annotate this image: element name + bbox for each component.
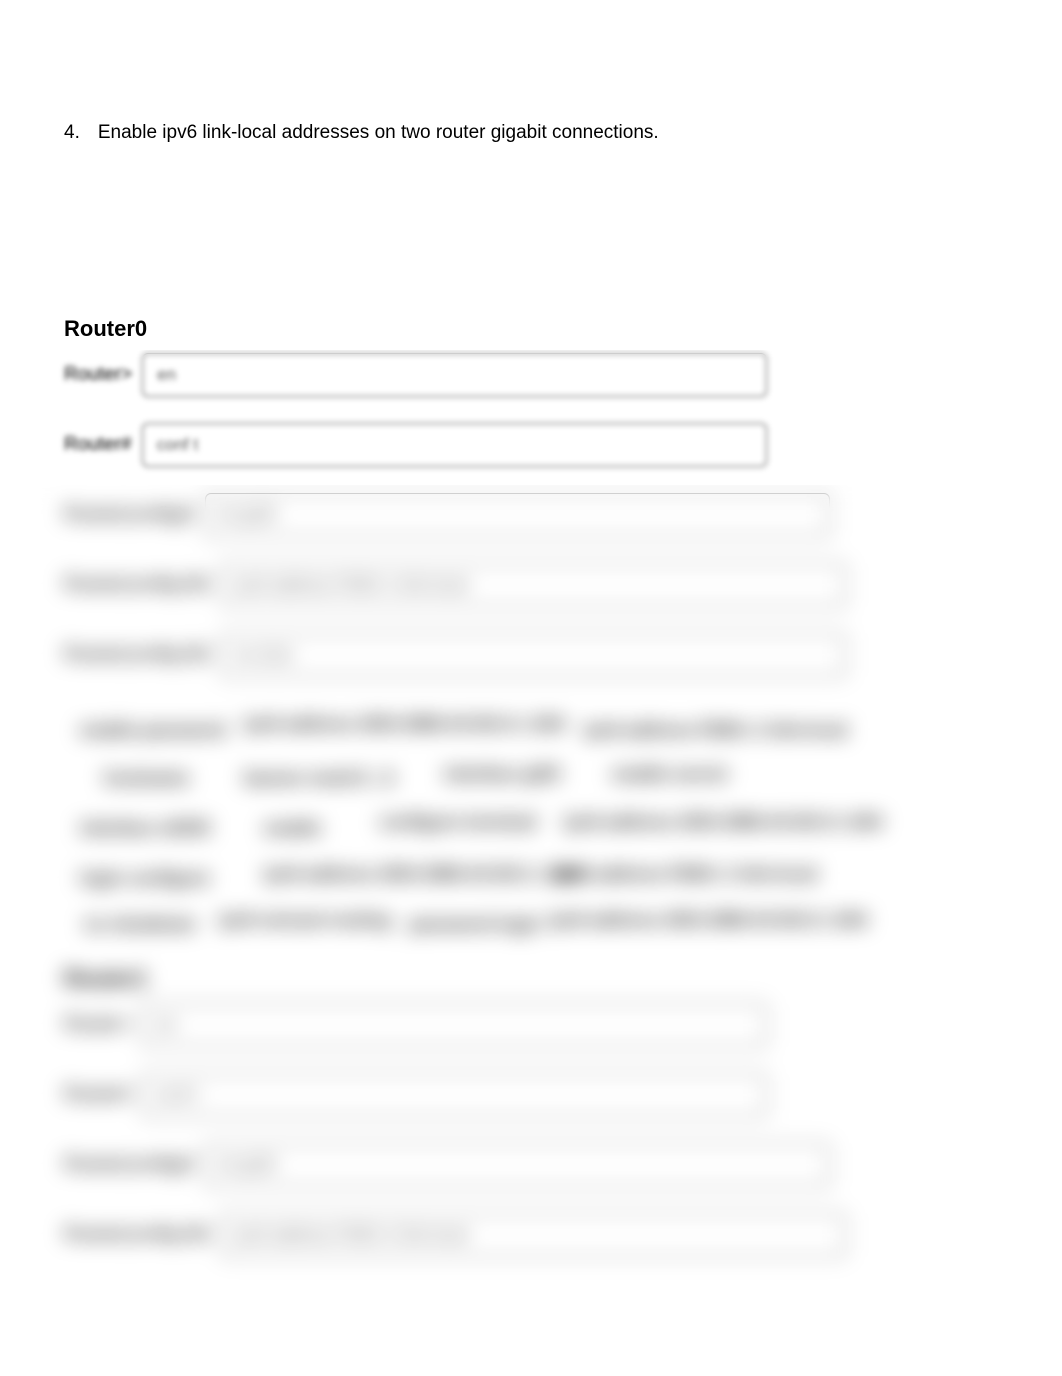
router1-input-0[interactable] xyxy=(142,1003,767,1047)
prompt-label: Router(config-if)# xyxy=(64,644,211,666)
router0-line-1: Router# xyxy=(64,423,767,467)
token[interactable]: interface g0/0 xyxy=(444,764,560,785)
prompt-label: Router(config)# xyxy=(64,504,195,526)
router0-input-0[interactable] xyxy=(142,353,767,397)
token[interactable]: login configure xyxy=(80,868,210,889)
question-text: Enable ipv6 link-local addresses on two … xyxy=(98,122,659,144)
token[interactable]: password login xyxy=(409,914,541,935)
router1-input-2[interactable] xyxy=(205,1143,830,1187)
token[interactable]: ipv6 address FE80::1 link-local xyxy=(584,720,847,741)
router1-line-2: Router(config)# xyxy=(64,1143,830,1187)
token[interactable]: ipv6 address 2001:DB8:ACAD:A::1/64 xyxy=(244,714,565,735)
router0-heading: Router0 xyxy=(64,316,147,342)
token[interactable]: configure terminal xyxy=(379,812,536,833)
router0-line-4: Router(config-if)# xyxy=(64,633,846,677)
prompt-label: Router> xyxy=(64,1014,132,1036)
token[interactable]: ipv6 address 2001:DB8:ACAD:1::1/64 xyxy=(264,864,582,885)
token[interactable]: enable password xyxy=(80,720,226,741)
router0-input-1[interactable] xyxy=(142,423,767,467)
prompt-label: Router> xyxy=(64,364,132,386)
prompt-label: Router# xyxy=(64,1084,132,1106)
router1-heading: Router1 xyxy=(64,966,147,992)
router0-input-4[interactable] xyxy=(221,633,846,677)
router0-input-2[interactable] xyxy=(205,493,830,537)
token[interactable]: ipv6 unicast-routing xyxy=(219,910,391,931)
router1-line-3: Router(config-if)# xyxy=(64,1213,846,1257)
router0-input-3[interactable] xyxy=(221,563,846,607)
router1-input-3[interactable] xyxy=(221,1213,846,1257)
router0-line-3: Router(config-if)# xyxy=(64,563,846,607)
token[interactable]: banner motd $ _$ xyxy=(244,768,393,789)
router0-line-0: Router> xyxy=(64,353,767,397)
token[interactable]: ipv6 address 2001:DB8:ACAD:3::1/64 xyxy=(564,812,882,833)
token[interactable]: ipv6 address FE80::1 link-local xyxy=(554,864,817,885)
token[interactable]: no shutdown xyxy=(84,914,196,935)
token[interactable]: enable secret xyxy=(612,764,727,785)
prompt-label: Router# xyxy=(64,434,132,456)
router1-line-1: Router# xyxy=(64,1073,767,1117)
router1-input-1[interactable] xyxy=(142,1073,767,1117)
prompt-label: Router(config-if)# xyxy=(64,574,211,596)
token[interactable]: interface s0/0/0 xyxy=(80,818,210,839)
token[interactable]: ipv6 address 2001:DB8:ACAD:2::1/64 xyxy=(549,910,867,931)
router0-line-2: Router(config)# xyxy=(64,493,830,537)
router1-line-0: Router> xyxy=(64,1003,767,1047)
token[interactable]: enable xyxy=(264,818,321,839)
prompt-label: Router(config-if)# xyxy=(64,1224,211,1246)
prompt-label: Router(config)# xyxy=(64,1154,195,1176)
question-row: 4. Enable ipv6 link-local addresses on t… xyxy=(64,122,659,144)
question-number: 4. xyxy=(64,122,80,144)
token[interactable]: hostname xyxy=(104,768,189,789)
